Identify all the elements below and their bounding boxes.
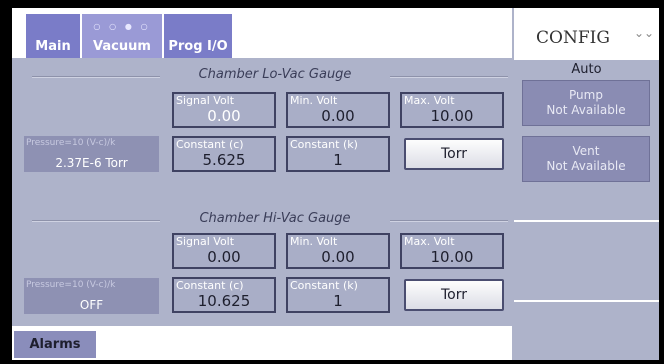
pressure-value: 2.37E-6 Torr <box>55 156 128 170</box>
pump-button[interactable]: Pump Not Available <box>522 80 650 126</box>
vent-button[interactable]: Vent Not Available <box>522 136 650 182</box>
signal-volt-value: 0.00 <box>207 248 241 266</box>
pressure-value: OFF <box>79 298 104 312</box>
tab-bar: Main ○ ○ ● ○ Vacuum Prog I/O <box>12 8 512 58</box>
min-volt-value: 0.00 <box>321 248 355 266</box>
constant-c-label: Constant (c) <box>176 138 244 151</box>
divider <box>390 76 508 78</box>
alarms-button[interactable]: Alarms <box>14 331 96 358</box>
lo-vac-min-volt[interactable]: Min. Volt 0.00 <box>286 92 390 128</box>
lo-vac-pressure-readout: Pressure=10 (V-c)/k 2.37E-6 Torr <box>24 136 159 172</box>
tab-vacuum[interactable]: ○ ○ ● ○ Vacuum <box>82 14 162 58</box>
empty-slot <box>514 220 659 302</box>
pump-label: Pump <box>569 88 603 102</box>
signal-volt-value: 0.00 <box>207 107 241 125</box>
hi-vac-max-volt[interactable]: Max. Volt 10.00 <box>400 233 504 269</box>
page-indicator-dots: ○ ○ ● ○ <box>93 22 151 31</box>
divider <box>390 220 508 222</box>
lo-vac-constant-c[interactable]: Constant (c) 5.625 <box>172 136 276 172</box>
pressure-formula: Pressure=10 (V-c)/k <box>26 138 116 148</box>
bottom-bar: Alarms <box>12 326 512 360</box>
tab-main[interactable]: Main <box>26 14 80 58</box>
chevron-down-icon: ⌄⌄ <box>634 26 655 40</box>
signal-volt-label: Signal Volt <box>176 94 235 107</box>
empty-slot <box>514 300 659 360</box>
hi-vac-title: Chamber Hi-Vac Gauge <box>199 211 351 226</box>
lo-vac-title: Chamber Lo-Vac Gauge <box>198 67 352 82</box>
max-volt-label: Max. Volt <box>404 94 455 107</box>
vent-label: Vent <box>572 144 600 158</box>
hi-vac-unit-button[interactable]: Torr <box>404 279 504 311</box>
hi-vac-constant-c[interactable]: Constant (c) 10.625 <box>172 277 276 313</box>
max-volt-value: 10.00 <box>430 248 474 266</box>
config-button[interactable]: CONFIG ⌄⌄ <box>514 8 659 60</box>
min-volt-value: 0.00 <box>321 107 355 125</box>
min-volt-label: Min. Volt <box>290 235 338 248</box>
divider <box>32 220 160 222</box>
min-volt-label: Min. Volt <box>290 94 338 107</box>
pump-status: Not Available <box>546 103 626 117</box>
constant-c-value: 10.625 <box>197 292 251 310</box>
hi-vac-pressure-readout: Pressure=10 (V-c)/k OFF <box>24 278 159 314</box>
constant-c-value: 5.625 <box>202 151 246 169</box>
constant-k-label: Constant (k) <box>290 279 358 292</box>
vent-status: Not Available <box>546 159 626 173</box>
tab-main-label: Main <box>35 39 71 54</box>
constant-k-value: 1 <box>333 292 343 310</box>
screen: Main ○ ○ ● ○ Vacuum Prog I/O Chamber Lo-… <box>12 8 659 360</box>
mode-panel: Auto Pump Not Available Vent Not Availab… <box>514 60 659 220</box>
right-panel: CONFIG ⌄⌄ Auto Pump Not Available Vent N… <box>514 8 659 360</box>
constant-k-label: Constant (k) <box>290 138 358 151</box>
config-label: CONFIG <box>536 28 610 48</box>
vacuum-panel: Chamber Lo-Vac Gauge Signal Volt 0.00 Mi… <box>20 58 512 326</box>
constant-k-value: 1 <box>333 151 343 169</box>
max-volt-value: 10.00 <box>430 107 474 125</box>
lo-vac-max-volt[interactable]: Max. Volt 10.00 <box>400 92 504 128</box>
hi-vac-min-volt[interactable]: Min. Volt 0.00 <box>286 233 390 269</box>
lo-vac-unit-button[interactable]: Torr <box>404 138 504 170</box>
hi-vac-constant-k[interactable]: Constant (k) 1 <box>286 277 390 313</box>
lo-vac-constant-k[interactable]: Constant (k) 1 <box>286 136 390 172</box>
max-volt-label: Max. Volt <box>404 235 455 248</box>
hi-vac-signal-volt: Signal Volt 0.00 <box>172 233 276 269</box>
pressure-formula: Pressure=10 (V-c)/k <box>26 280 116 290</box>
mode-label: Auto <box>571 62 602 77</box>
divider <box>32 76 160 78</box>
lo-vac-signal-volt: Signal Volt 0.00 <box>172 92 276 128</box>
tab-prog-io[interactable]: Prog I/O <box>164 14 232 58</box>
constant-c-label: Constant (c) <box>176 279 244 292</box>
tab-prog-io-label: Prog I/O <box>168 39 228 54</box>
tab-vacuum-label: Vacuum <box>93 39 151 54</box>
signal-volt-label: Signal Volt <box>176 235 235 248</box>
